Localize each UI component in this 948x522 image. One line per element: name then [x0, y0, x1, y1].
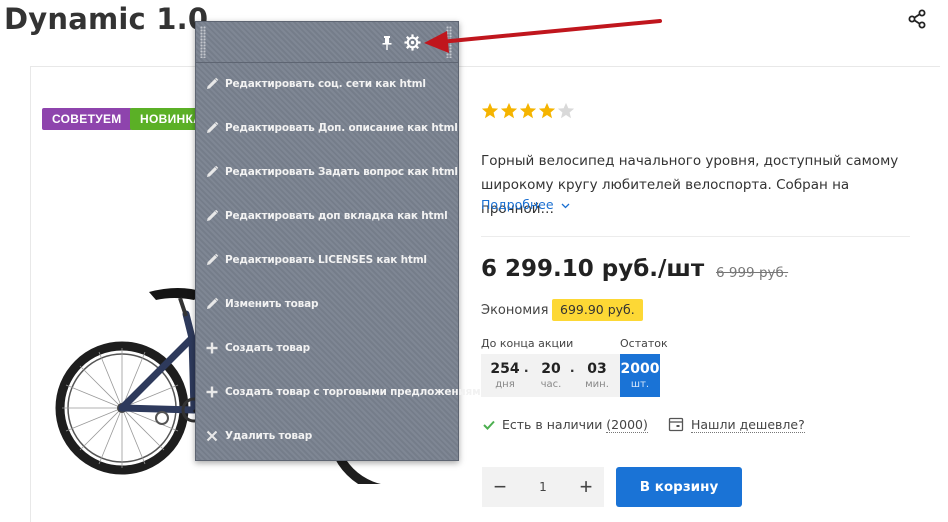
quantity-stepper: − 1 + — [482, 467, 604, 507]
quantity-increase-button[interactable]: + — [568, 467, 604, 507]
x-icon — [205, 429, 219, 443]
pin-icon[interactable] — [381, 35, 393, 51]
timer-separator: · — [524, 363, 530, 380]
availability-label: Есть в наличии — [502, 417, 603, 432]
admin-menu-item[interactable]: Редактировать Доп. описание как html — [196, 107, 458, 151]
share-icon[interactable] — [906, 8, 928, 30]
timer-minutes: 03 мин. — [577, 354, 617, 390]
admin-menu-item-label: Создать товар — [225, 342, 310, 354]
pencil-icon — [205, 209, 219, 223]
found-cheaper-link[interactable]: Нашли дешевле? — [691, 417, 805, 433]
admin-menu-item[interactable]: Редактировать Задать вопрос как html — [196, 151, 458, 195]
chevron-down-icon — [561, 203, 569, 208]
timer-hours-unit: час. — [540, 379, 562, 390]
timer-hours-value: 20 — [541, 361, 561, 377]
pencil-icon — [205, 253, 219, 267]
admin-menu-item[interactable]: Изменить товар — [196, 283, 458, 327]
plus-icon — [205, 385, 219, 399]
timer-label: До конца акции — [481, 337, 574, 350]
timer-minutes-value: 03 — [587, 361, 607, 377]
admin-menu-item-label: Редактировать Доп. описание как html — [225, 122, 458, 134]
admin-menu-item-label: Редактировать соц. сети как html — [225, 78, 426, 90]
pencil-icon — [205, 297, 219, 311]
drag-handle[interactable] — [446, 26, 452, 58]
price-tag-icon[interactable] — [668, 417, 684, 432]
divider — [481, 236, 910, 237]
drag-handle[interactable] — [200, 26, 206, 58]
timer-days-value: 254 — [490, 361, 520, 377]
admin-menu-item-label: Редактировать LICENSES как html — [225, 254, 427, 266]
timer-hours: 20 час. — [531, 354, 571, 390]
admin-menu-item[interactable]: Создать товар — [196, 327, 458, 371]
countdown-timer: 254 дня · 20 час. · 03 мин. — [481, 354, 620, 397]
check-icon — [483, 420, 495, 430]
old-price: 6 999 руб. — [716, 265, 789, 281]
economy-badge: 699.90 руб. — [552, 299, 643, 321]
admin-menu-header[interactable] — [196, 22, 458, 63]
pencil-icon — [205, 165, 219, 179]
star-filled-icon[interactable] — [519, 102, 537, 120]
timer-separator: · — [570, 363, 576, 380]
stock-label: Остаток — [620, 337, 668, 350]
rating-stars[interactable] — [481, 102, 575, 120]
more-link-label[interactable]: Подробнее — [481, 197, 554, 212]
more-link[interactable]: Подробнее — [481, 197, 570, 212]
admin-menu-item[interactable]: Редактировать соц. сети как html — [196, 63, 458, 107]
stock-box: 2000 шт. — [620, 354, 660, 397]
description-line: Горный велосипед начального уровня, дост… — [481, 153, 899, 169]
timer-minutes-unit: мин. — [585, 379, 609, 390]
star-filled-icon[interactable] — [538, 102, 556, 120]
page-title: Dynamic 1.0 — [4, 2, 209, 36]
quantity-decrease-button[interactable]: − — [482, 467, 518, 507]
quantity-input[interactable]: 1 — [518, 467, 568, 507]
star-filled-icon[interactable] — [481, 102, 499, 120]
current-price: 6 299.10 руб./шт — [481, 256, 705, 282]
admin-menu-item[interactable]: Создать товар с торговыми предложениями — [196, 371, 488, 415]
admin-menu-item-label: Редактировать доп вкладка как html — [225, 210, 448, 222]
star-empty-icon[interactable] — [557, 102, 575, 120]
admin-menu-item[interactable]: Удалить товар — [196, 415, 458, 459]
admin-menu-item[interactable]: Редактировать LICENSES как html — [196, 239, 458, 283]
pencil-icon — [205, 77, 219, 91]
admin-menu-item[interactable]: Редактировать доп вкладка как html — [196, 195, 458, 239]
admin-menu-item-label: Изменить товар — [225, 298, 319, 310]
timer-days: 254 дня — [485, 354, 525, 390]
pencil-icon — [205, 121, 219, 135]
admin-menu-item-label: Создать товар с торговыми предложениями — [225, 386, 488, 398]
stock-value: 2000 — [620, 361, 660, 377]
admin-menu-item-label: Удалить товар — [225, 430, 313, 442]
gear-icon[interactable] — [404, 34, 421, 51]
admin-edit-menu: Редактировать соц. сети как html Редактир… — [195, 21, 488, 461]
stock-unit: шт. — [630, 379, 650, 390]
availability-status: Есть в наличии (2000) — [502, 417, 648, 433]
economy-label: Экономия — [481, 303, 549, 318]
timer-days-unit: дня — [495, 379, 515, 390]
admin-menu-item-label: Редактировать Задать вопрос как html — [225, 166, 458, 178]
star-filled-icon[interactable] — [500, 102, 518, 120]
add-to-cart-button[interactable]: В корзину — [616, 467, 742, 507]
plus-icon — [205, 341, 219, 355]
badge-advise: СОВЕТУЕМ — [42, 108, 132, 130]
availability-count[interactable]: (2000) — [606, 417, 648, 433]
